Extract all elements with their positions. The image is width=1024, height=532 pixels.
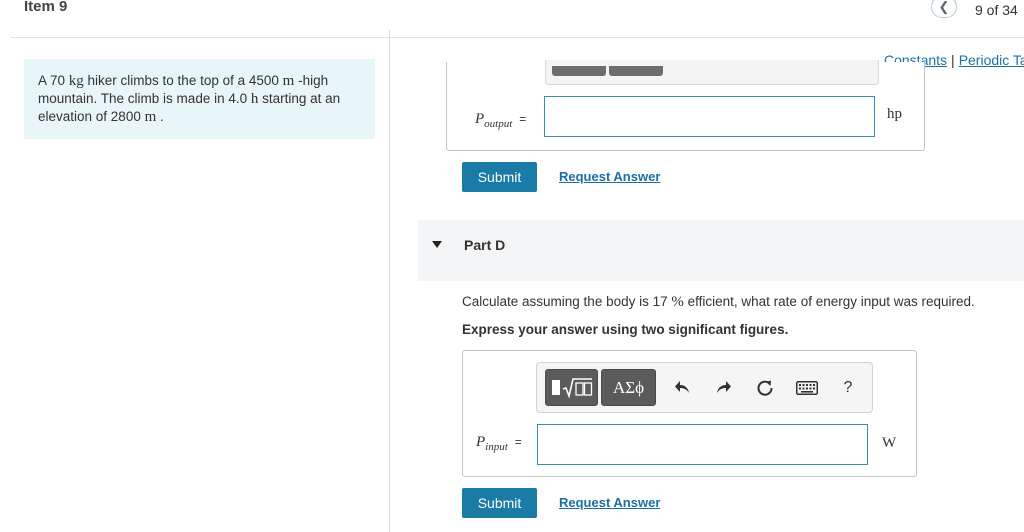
part-d-header[interactable]: Part D <box>418 220 1024 281</box>
unit-kg: kg <box>68 73 84 89</box>
problem-text: . <box>156 109 164 124</box>
equals-sign: = <box>519 112 527 126</box>
answer-variable-label: Pinput = <box>476 434 522 453</box>
keyboard-icon[interactable] <box>795 378 819 398</box>
header-divider <box>10 37 1024 38</box>
instruction-text: Express your answer using two significan… <box>462 322 789 337</box>
undo-icon[interactable] <box>673 378 693 398</box>
variable-symbol: P <box>476 434 486 450</box>
templates-button[interactable] <box>552 66 606 76</box>
request-answer-link-part-d[interactable]: Request Answer <box>559 495 660 510</box>
unit-percent: % <box>671 294 684 310</box>
unit-m: m <box>282 73 295 89</box>
problem-text: hiker climbs to the top of a 4500 <box>83 73 283 88</box>
unit-label: hp <box>887 106 902 122</box>
answer-input-part-c[interactable] <box>544 96 875 137</box>
symbols-button[interactable]: ΑΣϕ <box>601 369 656 406</box>
column-divider <box>389 30 390 532</box>
problem-text: A 70 <box>38 73 69 88</box>
item-title: Item 9 <box>24 0 68 15</box>
question-part: efficient, what rate of energy input was… <box>683 294 975 309</box>
problem-statement: A 70 kg hiker climbs to the top of a 450… <box>24 59 375 139</box>
templates-sqrt-icon <box>551 377 592 399</box>
help-icon[interactable]: ? <box>838 378 858 398</box>
templates-button[interactable] <box>545 369 598 406</box>
caret-down-icon <box>432 241 442 248</box>
answer-box-part-d: ΑΣϕ ? Pinput = W <box>462 350 917 477</box>
link-separator: | <box>951 52 955 68</box>
variable-subscript: input <box>485 441 508 453</box>
unit-m: m <box>144 109 157 125</box>
answer-box-part-c: Poutput = hp <box>446 60 925 151</box>
variable-subscript: output <box>484 118 513 130</box>
math-toolbar <box>545 60 879 85</box>
item-position: 9 of 34 <box>975 2 1018 18</box>
question-part: Calculate assuming the body is 17 <box>462 294 672 309</box>
chevron-left-icon: ❮ <box>938 0 950 14</box>
previous-item-button[interactable]: ❮ <box>931 0 957 18</box>
request-answer-link-part-c[interactable]: Request Answer <box>559 169 660 184</box>
equals-sign: = <box>514 435 522 449</box>
periodic-table-link[interactable]: Periodic Ta <box>959 52 1024 68</box>
question-text: Calculate assuming the body is 17 % effi… <box>462 294 975 311</box>
symbols-button[interactable] <box>609 66 663 76</box>
part-title: Part D <box>464 237 506 253</box>
submit-button-part-d[interactable]: Submit <box>462 488 537 518</box>
answer-input-part-d[interactable] <box>537 424 868 465</box>
submit-button-part-c[interactable]: Submit <box>462 162 537 192</box>
redo-icon[interactable] <box>713 378 733 398</box>
unit-label: W <box>882 435 897 451</box>
variable-symbol: P <box>475 111 485 127</box>
math-toolbar: ΑΣϕ ? <box>536 362 873 413</box>
answer-variable-label: Poutput = <box>475 111 526 130</box>
reset-icon[interactable] <box>755 378 775 398</box>
